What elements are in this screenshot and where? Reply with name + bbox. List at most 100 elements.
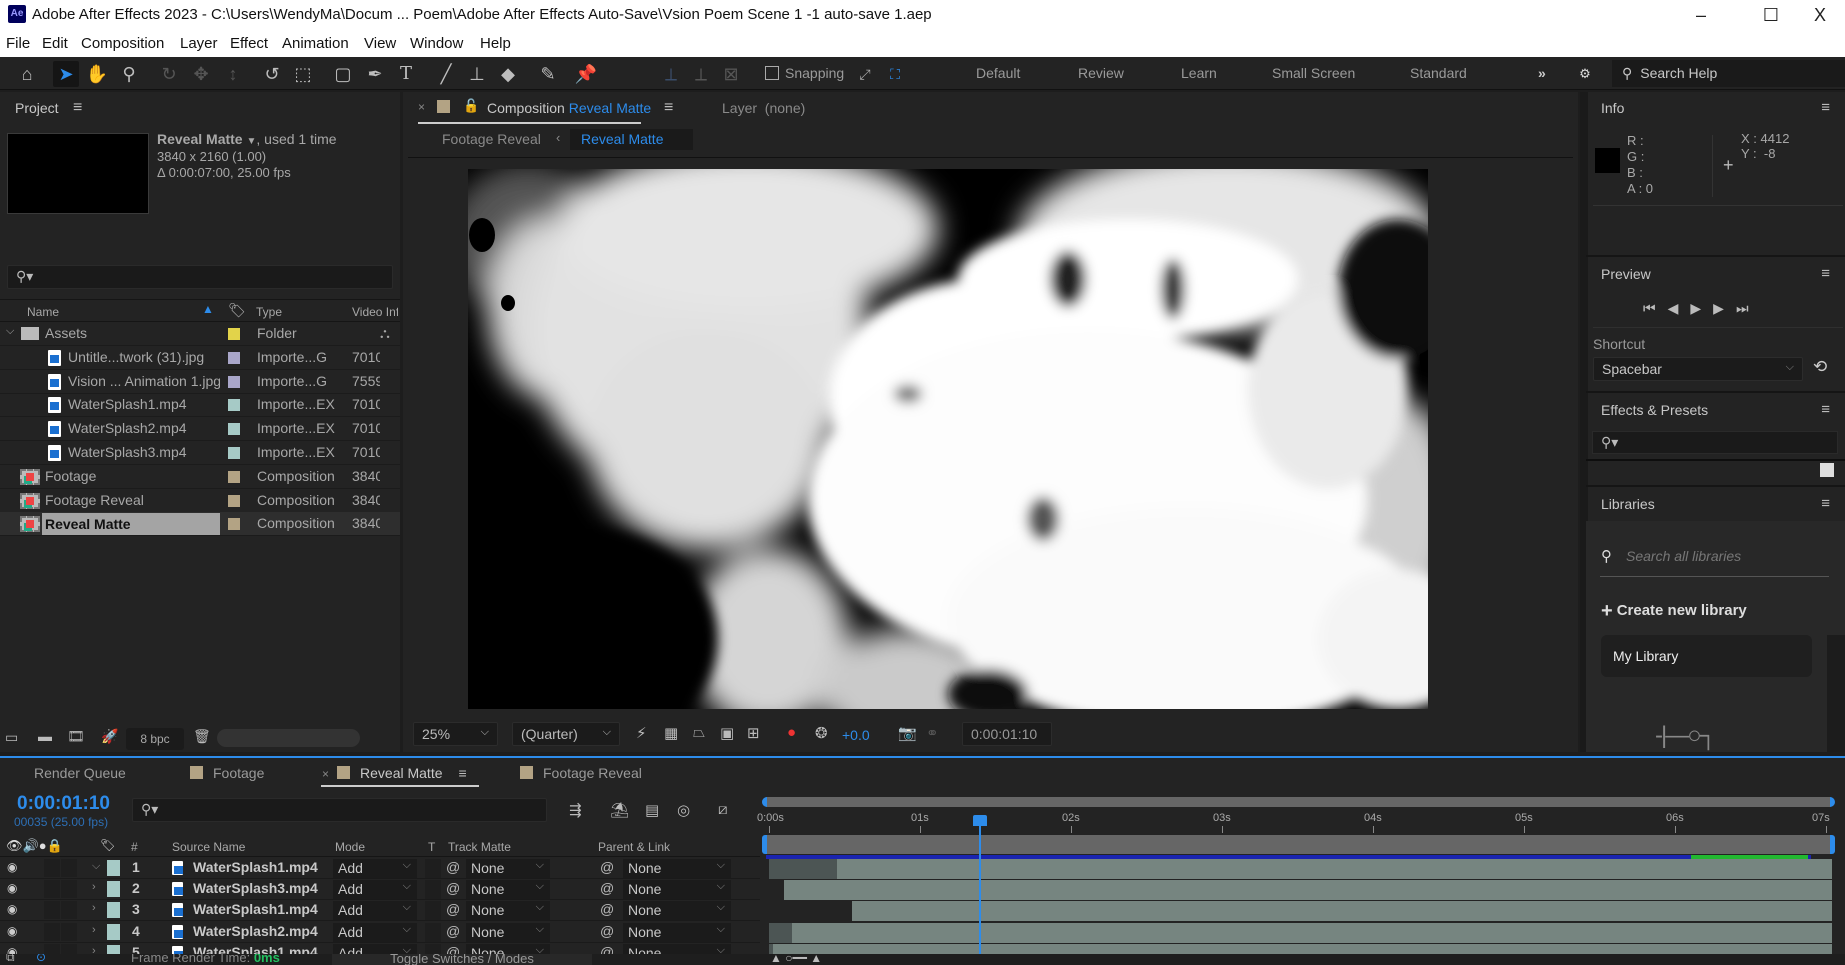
project-search-input[interactable]: ⚲▾ <box>7 265 393 289</box>
workspace-review[interactable]: Review <box>1078 65 1124 81</box>
parent-dropdown[interactable]: None ⌵ <box>623 859 731 878</box>
project-item[interactable]: WaterSplash1.mp4 Importe...EX 7010 <box>0 393 400 418</box>
label-color-swatch[interactable] <box>228 399 240 412</box>
parent-pickwhip-icon[interactable]: @ <box>600 901 614 917</box>
tab-render-queue[interactable]: Render Queue <box>34 765 126 781</box>
visibility-eye-icon[interactable]: ◉ <box>7 902 17 916</box>
roto-brush-tool-icon[interactable]: ✎ <box>535 61 561 87</box>
column-number[interactable]: # <box>131 840 138 854</box>
label-color-swatch[interactable] <box>228 470 240 483</box>
preserve-transparency-switch[interactable] <box>425 880 441 900</box>
brush-tool-icon[interactable]: ╱ <box>433 61 459 87</box>
menu-help[interactable]: Help <box>480 35 511 52</box>
project-item[interactable]: Reveal Matte Composition 3840 <box>0 512 400 537</box>
project-scrollbar[interactable] <box>217 729 360 747</box>
close-button[interactable]: X <box>1797 2 1843 28</box>
track-matte-pickwhip-icon[interactable]: @ <box>446 859 460 875</box>
lock-icon[interactable]: 🔓 <box>463 98 479 114</box>
workspace-default[interactable]: Default <box>976 65 1020 81</box>
mode-dropdown[interactable]: Add ⌵ <box>333 901 417 921</box>
current-time-display[interactable]: 0:00:01:10 <box>17 793 110 815</box>
solo-switch[interactable] <box>44 901 60 920</box>
toggle-switches-modes-button[interactable]: Toggle Switches / Modes <box>332 954 592 965</box>
project-item[interactable]: Untitle...twork (31).jpg Importe...G 7010 <box>0 346 400 370</box>
search-help-input[interactable]: ⚲ Search Help <box>1612 60 1845 87</box>
trash-icon[interactable]: 🗑 <box>193 728 211 745</box>
preserve-transparency-switch[interactable] <box>425 901 441 921</box>
clone-stamp-tool-icon[interactable]: ⊥ <box>464 61 490 87</box>
hand-tool-icon[interactable]: ✋ <box>84 61 110 87</box>
mode-dropdown[interactable]: Add ⌵ <box>333 859 417 878</box>
libraries-search-input[interactable]: Search all libraries <box>1626 548 1741 564</box>
maximize-button[interactable]: ☐ <box>1748 2 1794 28</box>
project-item[interactable]: Footage Composition 3840 <box>0 465 400 489</box>
layer-row[interactable]: ◉ › 3 WaterSplash1.mp4 Add ⌵ @ None ⌵ @ None ⌵ <box>0 900 760 922</box>
effects-presets-title[interactable]: Effects & Presets <box>1601 402 1708 418</box>
workspace-small-screen[interactable]: Small Screen <box>1272 65 1355 81</box>
tab-footage-reveal[interactable]: Footage Reveal <box>520 765 642 781</box>
label-color-swatch[interactable] <box>107 881 120 898</box>
work-area-bar[interactable] <box>762 835 1835 854</box>
solo-switch[interactable] <box>44 880 60 899</box>
resolution-dropdown[interactable]: (Quarter) ⌵ <box>512 722 620 746</box>
parent-pickwhip-icon[interactable]: @ <box>600 880 614 896</box>
channel-icon[interactable]: ● <box>787 724 796 741</box>
home-icon[interactable]: ⌂ <box>14 61 40 87</box>
label-color-swatch[interactable] <box>107 902 120 919</box>
timeline-search-input[interactable]: ⚲▾ <box>132 798 547 822</box>
transfer-controls-icon[interactable]: ⊙ <box>36 954 46 964</box>
layer-duration-bar[interactable] <box>784 880 1832 901</box>
draft-3d-icon[interactable]: ⛱ <box>610 801 629 819</box>
close-tab-icon[interactable]: × <box>322 767 329 781</box>
layer-duration-bar[interactable] <box>769 943 1832 954</box>
solo-switch[interactable] <box>44 922 60 941</box>
layer-source-name[interactable]: WaterSplash2.mp4 <box>193 923 318 939</box>
libraries-menu-icon[interactable]: ≡ <box>1821 495 1830 512</box>
column-parent-link[interactable]: Parent & Link <box>598 840 670 854</box>
track-matte-dropdown[interactable]: None ⌵ <box>466 922 550 942</box>
project-panel-title[interactable]: Project <box>15 100 59 116</box>
mode-dropdown[interactable]: Add ⌵ <box>333 922 417 942</box>
layer-source-name[interactable]: WaterSplash1.mp4 <box>193 901 318 917</box>
reset-shortcut-icon[interactable]: ⟲ <box>1813 357 1827 377</box>
visibility-eye-icon[interactable]: ◉ <box>7 924 17 938</box>
rectangle-tool-icon[interactable]: ▢ <box>330 61 356 87</box>
lock-switch[interactable] <box>61 880 77 899</box>
track-matte-pickwhip-icon[interactable]: @ <box>446 923 460 939</box>
mask-visibility-icon[interactable]: ⏢ <box>693 724 705 741</box>
solo-switch[interactable] <box>44 859 60 877</box>
label-tag-icon[interactable]: 🏷 <box>228 302 246 319</box>
layer-duration-bar[interactable] <box>769 922 1832 943</box>
label-color-swatch[interactable] <box>228 351 240 364</box>
dropdown-arrow-icon[interactable]: ▼ <box>246 136 256 147</box>
parent-dropdown[interactable]: None ⌵ <box>623 943 731 954</box>
track-matte-pickwhip-icon[interactable]: @ <box>446 944 460 954</box>
expand-chevron-icon[interactable]: › <box>92 881 96 893</box>
puppet-pin-tool-icon[interactable]: 📌 <box>573 61 599 87</box>
next-frame-icon[interactable]: ▶ <box>1713 300 1736 316</box>
fast-previews-icon[interactable]: ⚡ <box>636 724 647 742</box>
label-tag-icon[interactable]: 🏷 <box>100 838 115 852</box>
label-color-swatch[interactable] <box>228 447 240 459</box>
world-axis-icon[interactable]: ⟂ <box>688 61 714 87</box>
layer-duration-bar[interactable] <box>852 901 1832 922</box>
first-frame-icon[interactable]: ⏮ <box>1643 300 1668 316</box>
timeline-menu-icon[interactable]: ≡ <box>459 765 467 781</box>
expand-chevron-icon[interactable]: › <box>92 945 96 954</box>
pen-tool-icon[interactable]: ✒ <box>362 61 388 87</box>
bit-depth-button[interactable]: 8 bpc <box>126 728 184 750</box>
column-video-info[interactable]: Video Info <box>352 305 398 319</box>
info-menu-icon[interactable]: ≡ <box>1821 99 1830 116</box>
menu-edit[interactable]: Edit <box>42 35 68 52</box>
create-new-library-button[interactable]: + Create new library <box>1601 600 1747 623</box>
motion-blur-icon[interactable]: ◎ <box>677 801 690 819</box>
new-composition-icon[interactable]: 🎞 <box>67 728 85 745</box>
label-color-swatch[interactable] <box>228 518 240 531</box>
close-tab-icon[interactable]: × <box>418 100 425 114</box>
graph-editor-icon[interactable]: ⧄ <box>718 801 728 818</box>
preview-panel-title[interactable]: Preview <box>1601 266 1651 282</box>
label-color-swatch[interactable] <box>107 860 120 876</box>
project-item[interactable]: WaterSplash2.mp4 Importe...EX 7010 <box>0 417 400 442</box>
label-color-swatch[interactable] <box>228 328 240 340</box>
more-workspaces-button[interactable]: » <box>1538 65 1546 81</box>
